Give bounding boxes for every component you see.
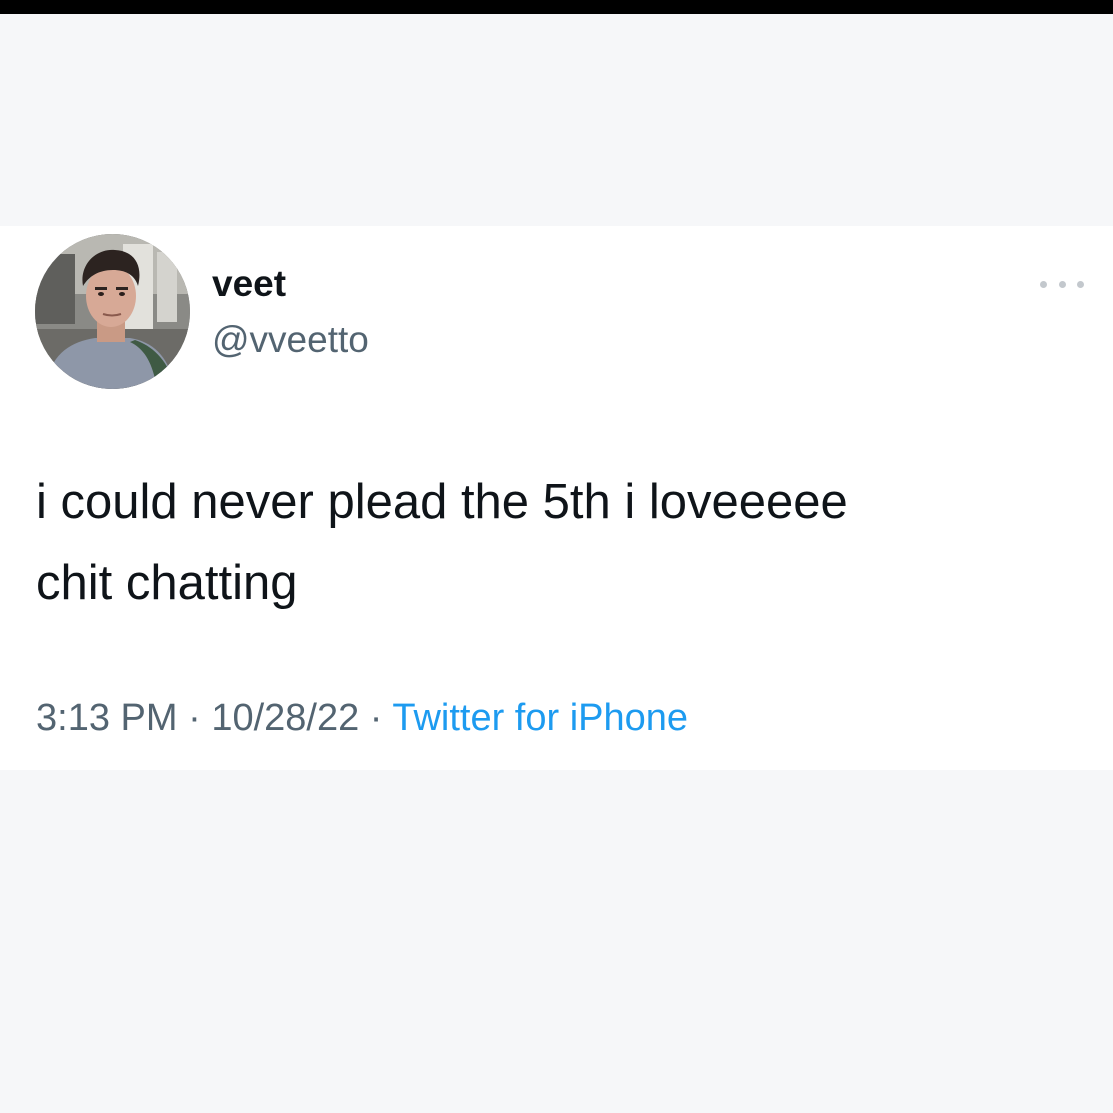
avatar[interactable] — [35, 234, 190, 389]
tweet-metadata: 3:13 PM · 10/28/22 · Twitter for iPhone — [36, 690, 688, 746]
display-name[interactable]: veet — [212, 262, 286, 306]
more-horizontal-icon — [1040, 280, 1047, 288]
tweet-card: veet @vveetto i could never plead the 5t… — [0, 226, 1113, 770]
tweet-time[interactable]: 3:13 PM — [36, 697, 178, 739]
meta-separator: · — [177, 697, 212, 739]
tweet-text: i could never plead the 5th i loveeeee c… — [36, 475, 848, 610]
user-handle[interactable]: @vveetto — [212, 318, 369, 362]
tweet-source-link[interactable]: Twitter for iPhone — [392, 697, 688, 739]
meta-separator: · — [359, 697, 393, 739]
top-black-bar — [0, 0, 1113, 14]
more-options-button[interactable] — [1040, 274, 1084, 294]
more-horizontal-icon-dot — [1077, 280, 1084, 288]
tweet-date[interactable]: 10/28/22 — [211, 697, 359, 739]
profile-photo — [35, 234, 190, 389]
more-horizontal-icon-dot — [1058, 280, 1066, 288]
